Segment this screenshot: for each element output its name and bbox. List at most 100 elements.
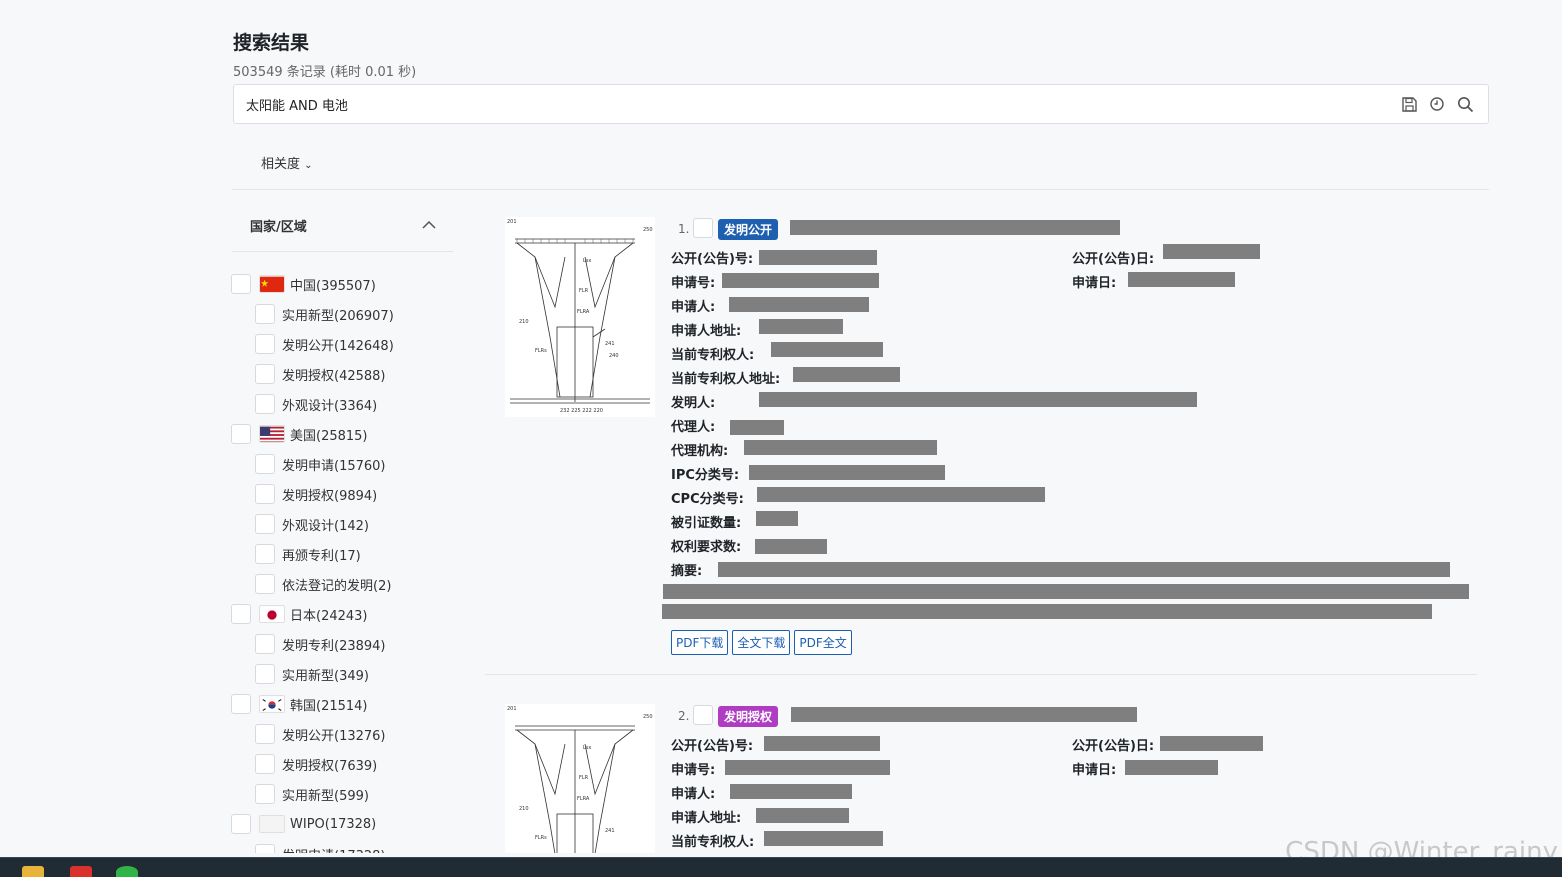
svg-text:201: 201 (507, 706, 517, 712)
filter-item-sub[interactable]: 实用新型(599) (231, 779, 471, 809)
redacted-abstract (662, 604, 1432, 619)
filter-item-sub[interactable]: 发明申请(17328) (231, 839, 471, 853)
redacted-value (729, 297, 869, 312)
redacted-value (730, 784, 852, 799)
filter-checkbox[interactable] (231, 424, 251, 444)
result-checkbox[interactable] (693, 705, 713, 725)
china-flag-icon (259, 275, 285, 293)
svg-text:FLRA: FLRA (577, 309, 590, 315)
filter-country-header[interactable]: 国家/区域 (250, 216, 436, 235)
filter-checkbox[interactable] (231, 814, 251, 834)
filter-item-sub[interactable]: 外观设计(3364) (231, 389, 471, 419)
filter-item-sub[interactable]: 发明公开(13276) (231, 719, 471, 749)
page-title: 搜索结果 (233, 32, 310, 54)
field-owner-label: 当前专利权人: (671, 835, 755, 850)
redacted-value (759, 392, 1197, 407)
filter-checkbox[interactable] (255, 784, 275, 804)
search-input[interactable] (234, 85, 1400, 123)
filter-item-japan[interactable]: 日本(24243) (231, 599, 471, 629)
redacted-value (744, 440, 937, 455)
filter-checkbox[interactable] (255, 334, 275, 354)
filter-checkbox[interactable] (255, 454, 275, 474)
filter-item-sub[interactable]: 依法登记的发明(2) (231, 569, 471, 599)
filter-checkbox[interactable] (231, 274, 251, 294)
status-badge: 发明公开 (718, 219, 779, 240)
redacted-value (1160, 736, 1263, 751)
filter-checkbox[interactable] (255, 844, 275, 853)
filter-checkbox[interactable] (255, 514, 275, 534)
field-app-no-label: 申请号: (671, 763, 716, 778)
search-icon[interactable] (1456, 95, 1474, 113)
result-checkbox[interactable] (693, 218, 713, 238)
pdf-download-button[interactable]: PDF下载 (671, 630, 729, 655)
chevron-up-icon[interactable] (422, 218, 436, 233)
filter-checkbox[interactable] (255, 724, 275, 744)
field-owner-addr-label: 当前专利权人地址: (671, 372, 781, 387)
filter-item-sub[interactable]: 再颁专利(17) (231, 539, 471, 569)
result-item: 201 250 Lsx FLR FLRA 210 FLRs 241 2. 发明授权 公开… (485, 692, 1485, 853)
filter-checkbox[interactable] (255, 664, 275, 684)
filter-checkbox[interactable] (231, 694, 251, 714)
filter-item-sub[interactable]: 实用新型(206907) (231, 299, 471, 329)
redacted-value (793, 367, 900, 382)
filter-checkbox[interactable] (255, 574, 275, 594)
field-owner-label: 当前专利权人: (671, 348, 755, 363)
pdf-fulltext-button[interactable]: PDF全文 (794, 630, 852, 655)
filter-item-sub[interactable]: 发明授权(7639) (231, 749, 471, 779)
filter-item-korea[interactable]: 韩国(21514) (231, 689, 471, 719)
results-header: 搜索结果 503549 条记录 (耗时 0.01 秒) (233, 28, 416, 80)
filter-item-china[interactable]: 中国(395507) (231, 269, 471, 299)
svg-text:FLRA: FLRA (577, 796, 590, 802)
wechat-icon[interactable] (116, 866, 138, 877)
patent-drawing-thumbnail[interactable]: 201 250 Lsx FLR FLRA 210 FLRs 241 (505, 704, 655, 853)
field-app-no-label: 申请号: (671, 276, 716, 291)
result-index: 2. (678, 709, 690, 723)
filter-checkbox[interactable] (255, 634, 275, 654)
filter-checkbox[interactable] (255, 394, 275, 414)
file-explorer-icon[interactable] (22, 866, 44, 877)
redacted-value (759, 319, 843, 334)
svg-text:FLR: FLR (579, 775, 589, 781)
filter-item-wipo[interactable]: WIPO(17328) (231, 809, 471, 839)
field-abstract-label: 摘要: (671, 564, 703, 579)
filter-item-usa[interactable]: 美国(25815) (231, 419, 471, 449)
sort-dropdown[interactable]: 相关度 ⌄ (261, 153, 313, 172)
filter-checkbox[interactable] (231, 604, 251, 624)
field-pub-no-label: 公开(公告)号: (671, 739, 754, 754)
filter-title: 国家/区域 (250, 220, 307, 235)
filter-checkbox[interactable] (255, 304, 275, 324)
redacted-title[interactable] (791, 707, 1137, 722)
history-icon[interactable] (1428, 95, 1446, 113)
status-badge: 发明授权 (718, 706, 779, 727)
filter-checkbox[interactable] (255, 364, 275, 384)
filter-checkbox[interactable] (255, 544, 275, 564)
results-list: 201 250 Lsx FLR FLRA 210 FLRs 241 240 232 225… (485, 205, 1485, 853)
divider (232, 251, 453, 252)
svg-text:250: 250 (643, 227, 653, 233)
app-icon[interactable] (70, 866, 92, 877)
patent-drawing-thumbnail[interactable]: 201 250 Lsx FLR FLRA 210 FLRs 241 240 232 225… (505, 217, 655, 417)
filter-item-sub[interactable]: 外观设计(142) (231, 509, 471, 539)
filter-item-sub[interactable]: 发明公开(142648) (231, 329, 471, 359)
filter-checkbox[interactable] (255, 754, 275, 774)
svg-text:Lsx: Lsx (583, 745, 591, 751)
search-bar (233, 84, 1489, 124)
filter-item-sub[interactable]: 发明授权(9894) (231, 479, 471, 509)
filter-item-sub[interactable]: 发明申请(15760) (231, 449, 471, 479)
svg-text:201: 201 (507, 219, 517, 225)
redacted-value (749, 465, 945, 480)
redacted-value (755, 539, 827, 554)
filter-item-sub[interactable]: 实用新型(349) (231, 659, 471, 689)
result-index: 1. (678, 222, 690, 236)
filter-item-sub[interactable]: 发明授权(42588) (231, 359, 471, 389)
field-applicant-addr-label: 申请人地址: (671, 324, 742, 339)
filter-checkbox[interactable] (255, 484, 275, 504)
redacted-abstract (663, 584, 1469, 599)
sort-label: 相关度 (261, 157, 301, 172)
save-icon[interactable] (1400, 95, 1418, 113)
korea-flag-icon (259, 695, 285, 713)
redacted-title[interactable] (790, 220, 1120, 235)
fulltext-download-button[interactable]: 全文下载 (732, 630, 791, 655)
country-filter-list: 中国(395507) 实用新型(206907) 发明公开(142648) 发明授… (231, 269, 471, 853)
filter-item-sub[interactable]: 发明专利(23894) (231, 629, 471, 659)
